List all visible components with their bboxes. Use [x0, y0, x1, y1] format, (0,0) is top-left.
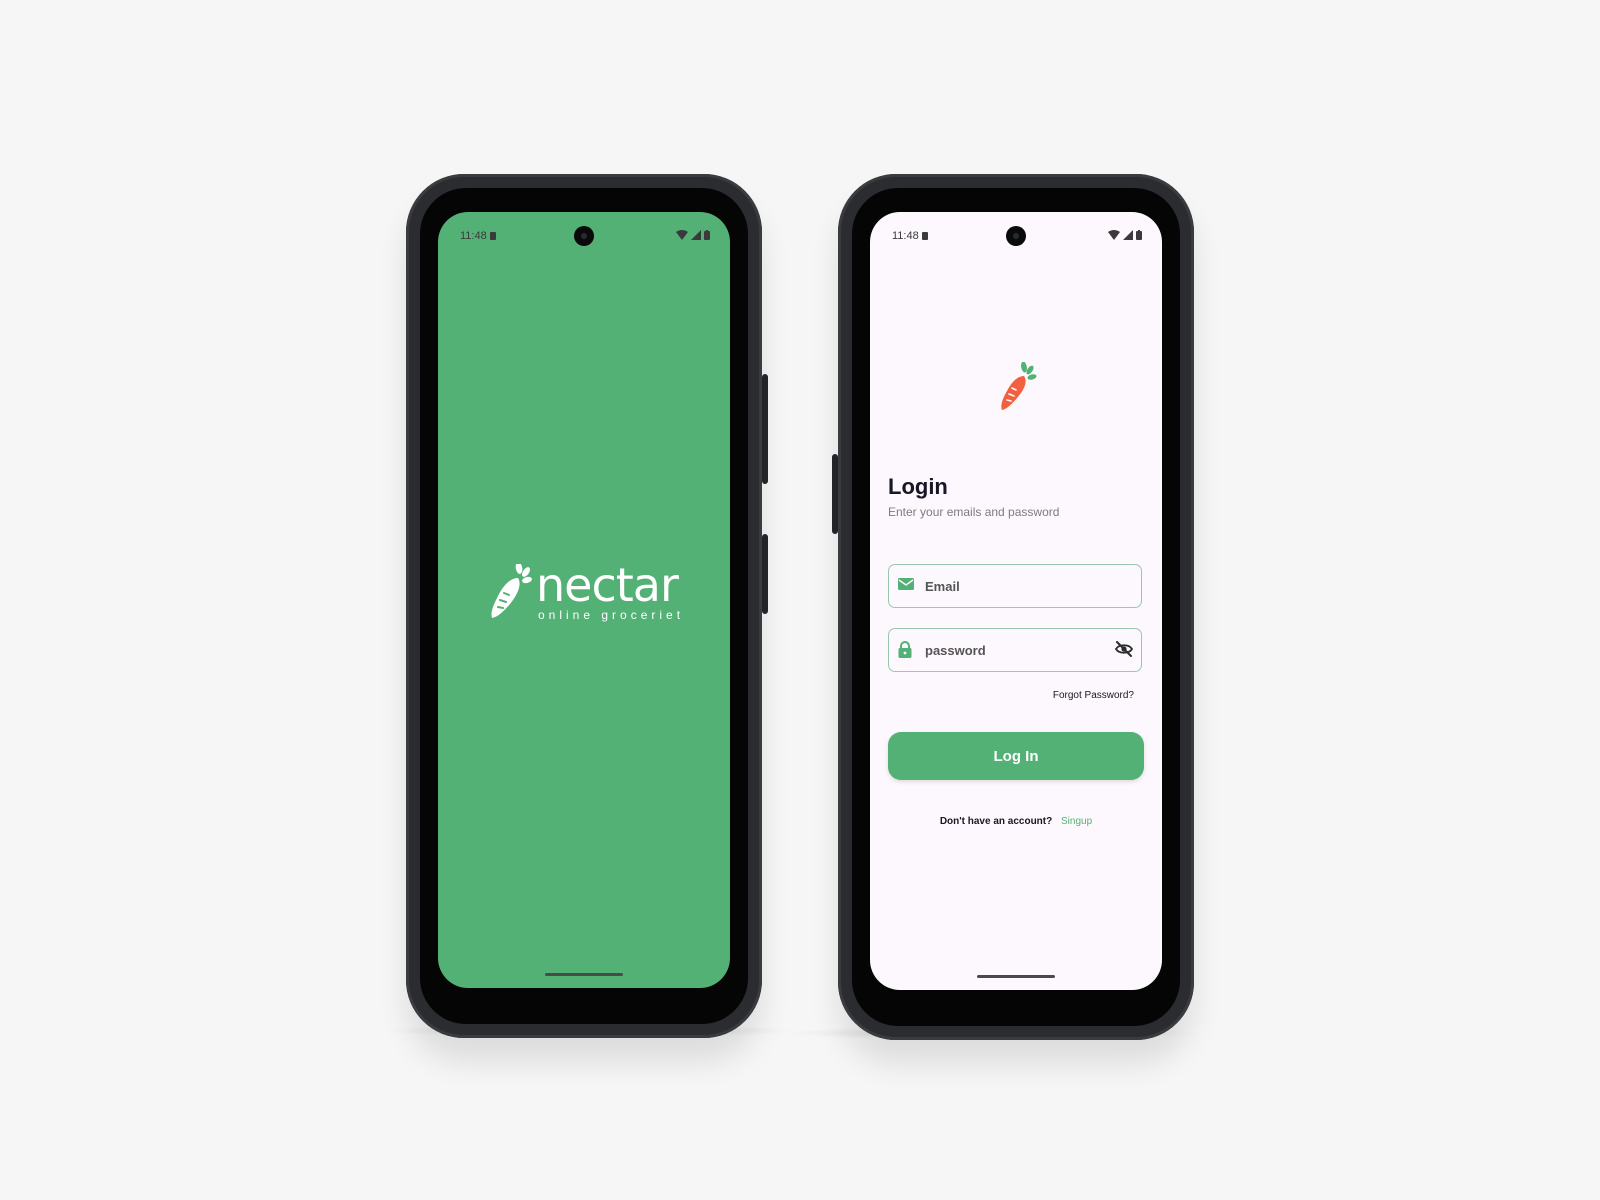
- signup-row: Don't have an account? Singup: [870, 816, 1162, 827]
- page-title: Login: [888, 474, 948, 499]
- signup-link[interactable]: Singup: [1061, 816, 1092, 827]
- battery-icon: [1136, 230, 1142, 240]
- signal-icon: [691, 230, 701, 240]
- brand-tagline: online groceriet: [538, 608, 685, 622]
- email-placeholder: Email: [925, 579, 960, 594]
- login-screen: 11:48 Login Enter your emails and passwo…: [870, 212, 1162, 990]
- status-bar: 11:48: [438, 212, 730, 256]
- power-button: [832, 454, 838, 534]
- wifi-icon: [676, 230, 688, 240]
- battery-icon: [704, 230, 710, 240]
- home-indicator[interactable]: [977, 975, 1055, 978]
- phone-splash: 11:48 nectar online groceriet: [406, 174, 768, 1038]
- email-field[interactable]: Email: [888, 564, 1142, 608]
- power-button: [762, 374, 768, 484]
- status-icons: [1108, 230, 1142, 240]
- phone-bezel: 11:48 nectar online groceriet: [420, 188, 748, 1024]
- status-icons: [676, 230, 710, 240]
- eye-off-icon[interactable]: [1115, 641, 1133, 657]
- forgot-password-link[interactable]: Forgot Password?: [1053, 690, 1134, 701]
- signal-icon: [1123, 230, 1133, 240]
- brand-name: nectar: [536, 558, 679, 612]
- sim-icon: [922, 232, 928, 240]
- carrot-icon: [491, 564, 532, 618]
- login-button[interactable]: Log In: [888, 732, 1144, 780]
- nectar-logo: nectar online groceriet: [488, 558, 688, 624]
- sim-icon: [490, 232, 496, 240]
- signup-prompt: Don't have an account?: [939, 816, 1053, 827]
- carrot-icon: [1001, 362, 1037, 410]
- phone-bezel: 11:48 Login Enter your emails and passwo…: [852, 188, 1180, 1026]
- volume-button: [762, 534, 768, 614]
- front-camera: [574, 226, 594, 246]
- status-bar: 11:48: [870, 212, 1162, 256]
- page-subtitle: Enter your emails and password: [888, 505, 1060, 519]
- password-placeholder: password: [925, 643, 986, 658]
- wifi-icon: [1108, 230, 1120, 240]
- front-camera: [1006, 226, 1026, 246]
- splash-screen: 11:48 nectar online groceriet: [438, 212, 730, 988]
- status-time: 11:48: [892, 230, 919, 242]
- lock-icon: [898, 641, 912, 658]
- phone-login: 11:48 Login Enter your emails and passwo…: [832, 174, 1194, 1040]
- home-indicator[interactable]: [545, 973, 623, 976]
- password-field[interactable]: password: [888, 628, 1142, 672]
- status-time: 11:48: [460, 230, 487, 242]
- mail-icon: [898, 578, 914, 590]
